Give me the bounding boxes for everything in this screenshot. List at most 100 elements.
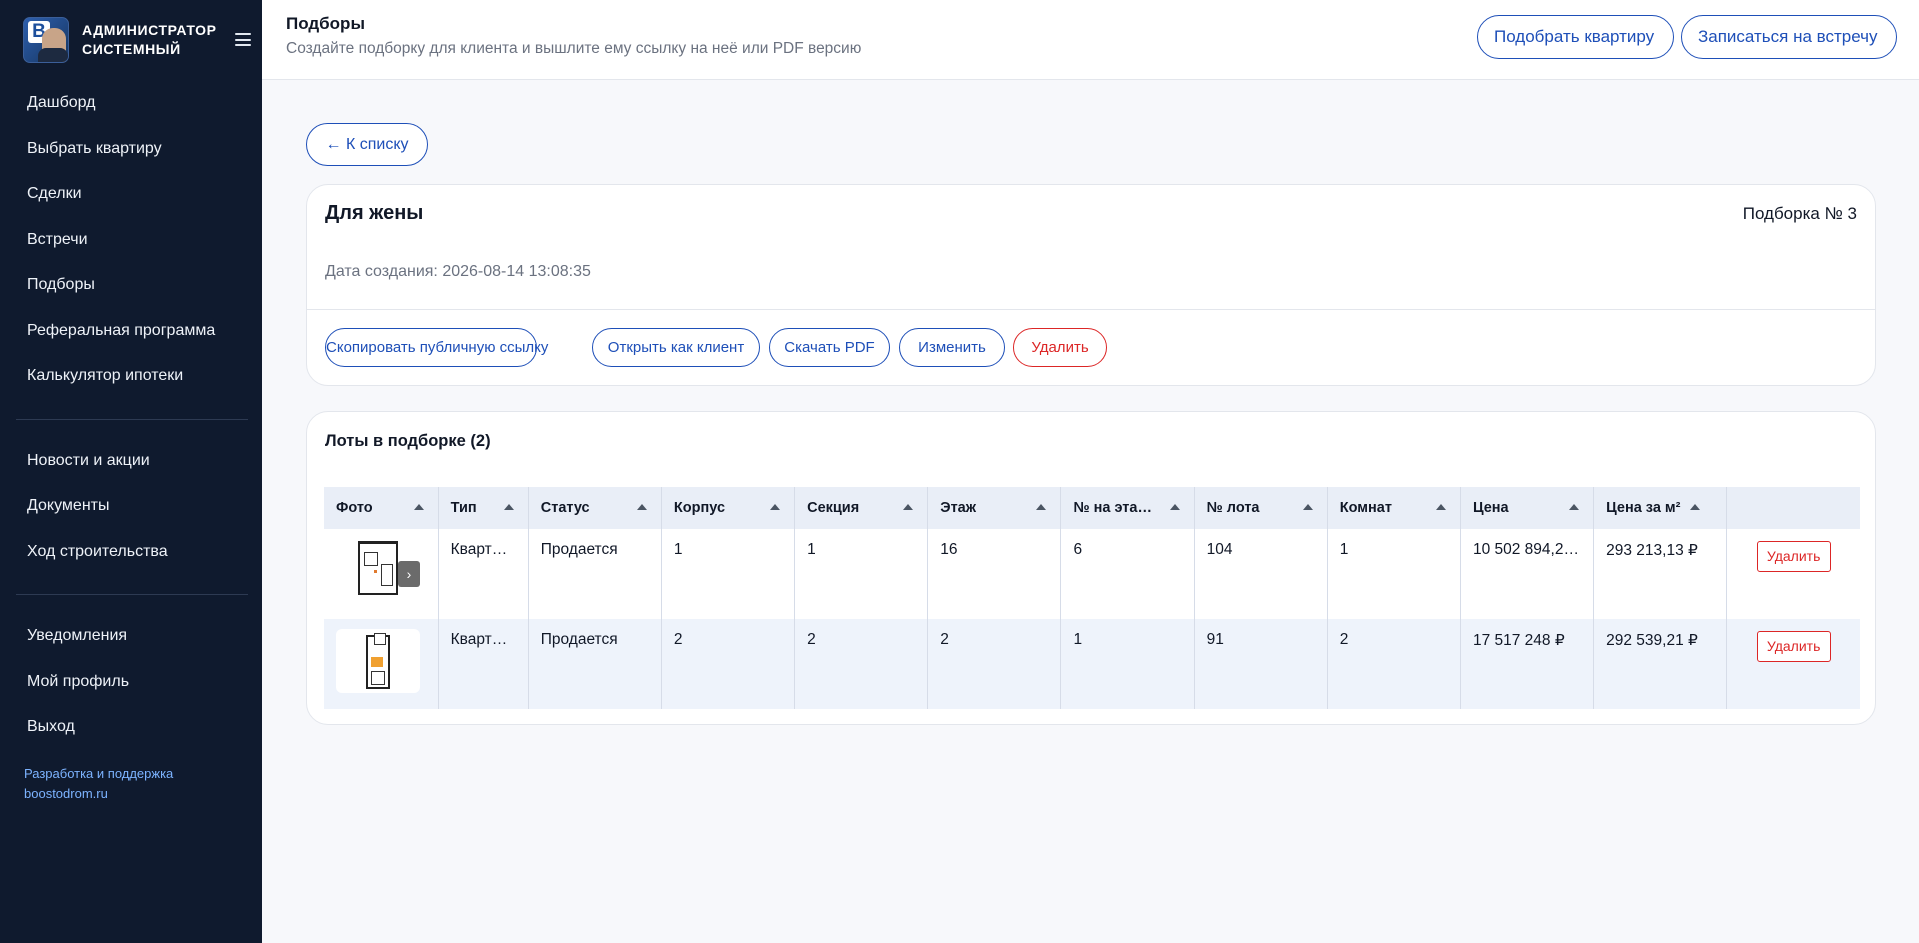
created-date: Дата создания: 2026-08-14 13:08:35	[325, 263, 591, 281]
sort-asc-icon	[1169, 504, 1180, 510]
developer-link[interactable]: Разработка и поддержка boostodrom.ru	[0, 764, 262, 804]
nav-item-documents[interactable]: Документы	[0, 483, 262, 529]
status-cell: Продается	[528, 619, 662, 709]
created-value: 2026-08-14 13:08:35	[442, 263, 591, 280]
nav-item-profile[interactable]: Мой профиль	[0, 659, 262, 705]
column-label: Этаж	[940, 500, 977, 516]
column-header-floor[interactable]: Этаж	[927, 487, 1062, 529]
delete-lot-button[interactable]: Удалить	[1756, 631, 1831, 662]
number-on-floor-cell: 6	[1060, 529, 1195, 619]
column-header-photo[interactable]: Фото	[324, 487, 439, 529]
sort-asc-icon	[1435, 504, 1446, 510]
delete-lot-button[interactable]: Удалить	[1756, 541, 1831, 572]
column-label: Цена	[1472, 500, 1509, 516]
floor-plan-thumbnail[interactable]	[336, 629, 420, 693]
floor-cell: 16	[927, 529, 1062, 619]
lot-number-cell: 91	[1194, 619, 1328, 709]
section-cell: 2	[794, 619, 929, 709]
nav-item-choose-apartment[interactable]: Выбрать квартиру	[0, 126, 262, 172]
edit-button[interactable]: Изменить	[899, 328, 1005, 367]
nav-item-meetings[interactable]: Встречи	[0, 217, 262, 263]
sort-asc-icon	[1690, 504, 1701, 510]
column-header-section[interactable]: Секция	[794, 487, 929, 529]
price-per-sqm-cell: 292 539,21 ₽	[1593, 619, 1728, 709]
nav-item-notifications[interactable]: Уведомления	[0, 613, 262, 659]
nav-main: Дашборд Выбрать квартиру Сделки Встречи …	[0, 80, 262, 399]
column-header-building[interactable]: Корпус	[661, 487, 796, 529]
created-label: Дата создания:	[325, 263, 438, 280]
column-header-rooms[interactable]: Комнат	[1327, 487, 1461, 529]
price-cell: 10 502 894,2…	[1460, 529, 1595, 619]
sort-asc-icon	[770, 504, 781, 510]
table-header-row: Фото Тип Статус Корпус Секция Этаж № на …	[324, 487, 1860, 529]
nav-item-selections[interactable]: Подборы	[0, 262, 262, 308]
price-per-sqm-cell: 293 213,13 ₽	[1593, 529, 1728, 619]
nav-item-news[interactable]: Новости и акции	[0, 438, 262, 484]
sort-asc-icon	[1302, 504, 1313, 510]
type-cell: Кварт…	[438, 529, 529, 619]
divider	[16, 418, 248, 420]
selection-number: Подборка № 3	[1742, 204, 1857, 223]
divider	[16, 594, 248, 595]
floor-cell: 2	[927, 619, 1062, 709]
open-as-client-button[interactable]: Открыть как клиент	[592, 328, 760, 367]
floor-plan-thumbnail[interactable]: ›	[336, 539, 420, 603]
topbar: Подборы Создайте подборку для клиента и …	[262, 0, 1919, 80]
avatar[interactable]: B	[23, 17, 69, 63]
column-header-status[interactable]: Статус	[528, 487, 662, 529]
number-on-floor-cell: 1	[1060, 619, 1195, 709]
column-label: Тип	[450, 500, 477, 516]
table-row: › Кварт… Продается 1 1 16 6 104 1 10 502…	[324, 529, 1860, 619]
nav-item-deals[interactable]: Сделки	[0, 171, 262, 217]
sidebar-header: B АДМИНИСТРАТОР СИСТЕМНЫЙ	[0, 0, 262, 80]
nav-item-construction[interactable]: Ход строительства	[0, 529, 262, 575]
nav-item-mortgage-calculator[interactable]: Калькулятор ипотеки	[0, 353, 262, 399]
floor-plan-image	[366, 633, 390, 689]
chevron-right-icon[interactable]: ›	[398, 561, 420, 587]
page-title: Подборы	[286, 14, 365, 33]
column-label: Комнат	[1339, 500, 1392, 516]
rooms-cell: 2	[1327, 619, 1461, 709]
column-label: Статус	[540, 500, 590, 516]
divider	[307, 309, 1875, 310]
type-cell: Кварт…	[438, 619, 529, 709]
column-header-lot-number[interactable]: № лота	[1194, 487, 1328, 529]
sort-asc-icon	[903, 504, 914, 510]
sort-asc-icon	[1569, 504, 1580, 510]
selection-card: Для жены Подборка № 3 Дата создания: 202…	[306, 184, 1876, 386]
book-meeting-button[interactable]: Записаться на встречу	[1681, 15, 1897, 59]
menu-icon[interactable]	[235, 33, 251, 46]
column-header-number-on-floor[interactable]: № на эта…	[1060, 487, 1195, 529]
column-header-price[interactable]: Цена	[1460, 487, 1595, 529]
developer-link-line2: boostodrom.ru	[24, 785, 108, 801]
floor-plan-image	[358, 541, 398, 595]
nav-item-referral[interactable]: Реферальная программа	[0, 308, 262, 354]
lot-number-cell: 104	[1194, 529, 1328, 619]
developer-link-line1: Разработка и поддержка	[24, 765, 174, 781]
nav-item-dashboard[interactable]: Дашборд	[0, 80, 262, 126]
section-cell: 1	[794, 529, 929, 619]
page-subtitle: Создайте подборку для клиента и вышлите …	[286, 40, 862, 57]
sidebar: B АДМИНИСТРАТОР СИСТЕМНЫЙ Дашборд Выбрат…	[0, 0, 262, 943]
price-cell: 17 517 248 ₽	[1460, 619, 1595, 709]
column-label: Секция	[807, 500, 860, 516]
column-label: № лота	[1206, 500, 1260, 516]
copy-public-link-button[interactable]: Скопировать публичную ссылку	[325, 328, 548, 367]
back-to-list-button[interactable]: ← К списку	[306, 123, 428, 166]
lots-table: Фото Тип Статус Корпус Секция Этаж № на …	[324, 487, 1860, 709]
column-label: Корпус	[673, 500, 726, 516]
sort-asc-icon	[636, 504, 647, 510]
column-header-type[interactable]: Тип	[438, 487, 529, 529]
building-cell: 2	[661, 619, 796, 709]
photo-cell: ›	[324, 529, 439, 619]
column-label: Фото	[336, 500, 373, 516]
download-pdf-button[interactable]: Скачать PDF	[769, 328, 890, 367]
column-header-price-per-sqm[interactable]: Цена за м²	[1593, 487, 1728, 529]
rooms-cell: 1	[1327, 529, 1461, 619]
delete-selection-button[interactable]: Удалить	[1013, 328, 1107, 367]
pick-apartment-button[interactable]: Подобрать квартиру	[1477, 15, 1674, 59]
status-cell: Продается	[528, 529, 662, 619]
nav-account: Уведомления Мой профиль Выход	[0, 613, 262, 750]
building-cell: 1	[661, 529, 796, 619]
nav-item-logout[interactable]: Выход	[0, 704, 262, 750]
